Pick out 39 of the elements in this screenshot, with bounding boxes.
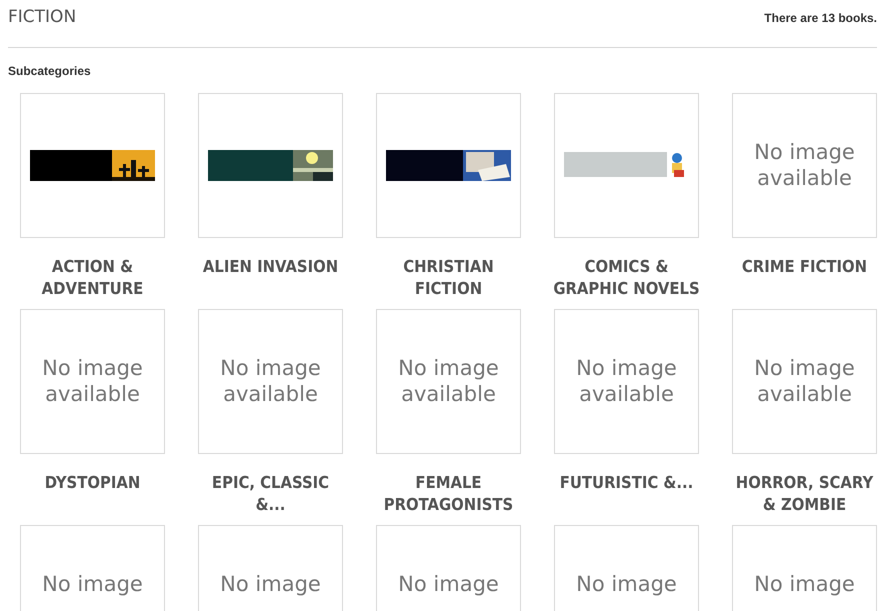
category-link[interactable]: FEMALE PROTAGONISTS xyxy=(374,472,524,516)
category-link[interactable]: EPIC, CLASSIC &... xyxy=(196,472,346,516)
thumbnail-frame[interactable]: No image xyxy=(198,525,343,611)
thumbnail-frame[interactable]: No image available xyxy=(198,309,343,454)
category-link[interactable]: CRIME FICTION xyxy=(730,256,880,278)
thumbnail-frame[interactable]: No image xyxy=(554,525,699,611)
category-link[interactable]: COMICS & GRAPHIC NOVELS xyxy=(552,256,702,300)
thumbnail-frame[interactable] xyxy=(20,93,165,238)
no-image-text: No image xyxy=(397,571,500,597)
category-link[interactable]: ALIEN INVASION xyxy=(196,256,346,278)
no-image-text: No image available xyxy=(575,355,678,407)
category-link[interactable]: HORROR, SCARY & ZOMBIE xyxy=(730,472,880,516)
thumbnail-frame[interactable] xyxy=(198,93,343,238)
thumbnail-frame[interactable]: No image available xyxy=(20,309,165,454)
category-link[interactable]: DYSTOPIAN xyxy=(18,472,168,494)
thumbnail-frame[interactable]: No image xyxy=(376,525,521,611)
no-image-text: No image xyxy=(219,571,322,597)
thumbnail-frame[interactable]: No image xyxy=(732,525,877,611)
no-image-text: No image available xyxy=(397,355,500,407)
thumbnail-frame[interactable]: No image xyxy=(20,525,165,611)
no-image-text: No image available xyxy=(753,355,856,407)
category-link[interactable]: ACTION & ADVENTURE xyxy=(18,256,168,300)
page-title: FICTION xyxy=(8,6,76,28)
no-image-text: No image xyxy=(753,571,856,597)
thumbnail-frame[interactable]: No image available xyxy=(554,309,699,454)
thumbnail-frame[interactable]: No image available xyxy=(732,93,877,238)
thumbnail-frame[interactable] xyxy=(554,93,699,238)
section-heading: Subcategories xyxy=(8,64,92,78)
no-image-text: No image available xyxy=(219,355,322,407)
thumbnail-frame[interactable] xyxy=(376,93,521,238)
category-link[interactable]: CHRISTIAN FICTION xyxy=(374,256,524,300)
no-image-text: No image xyxy=(41,571,144,597)
thumbnail-frame[interactable]: No image available xyxy=(376,309,521,454)
no-image-text: No image available xyxy=(41,355,144,407)
book-count: There are 13 books. xyxy=(764,11,877,25)
no-image-text: No image xyxy=(575,571,678,597)
no-image-text: No image available xyxy=(753,139,856,191)
category-link[interactable]: FUTURISTIC &... xyxy=(552,472,702,494)
thumbnail-frame[interactable]: No image available xyxy=(732,309,877,454)
